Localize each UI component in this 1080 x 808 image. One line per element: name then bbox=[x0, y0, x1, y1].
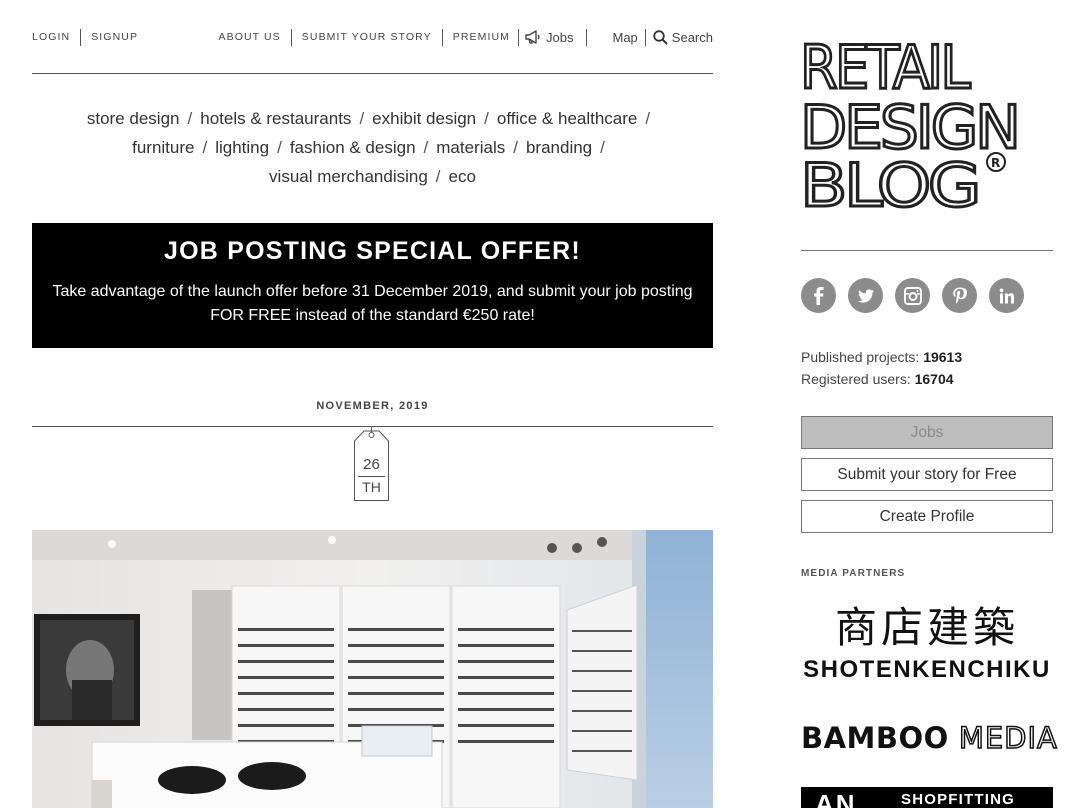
svg-text:R: R bbox=[991, 156, 1000, 170]
post-day: 26 bbox=[363, 456, 380, 473]
category-link[interactable]: office & healthcare bbox=[497, 109, 638, 128]
category-link[interactable]: furniture bbox=[132, 138, 194, 157]
published-label: Published projects: bbox=[801, 349, 920, 365]
instagram-icon[interactable] bbox=[895, 278, 930, 313]
jobs-button[interactable]: Jobs bbox=[801, 416, 1053, 449]
offer-title: JOB POSTING SPECIAL OFFER! bbox=[164, 237, 581, 265]
category-separator: / bbox=[277, 138, 282, 157]
megaphone-icon bbox=[525, 30, 540, 44]
category-link[interactable]: branding bbox=[526, 138, 592, 157]
media-word: MEDIA bbox=[958, 720, 1058, 756]
nav-divider bbox=[80, 28, 82, 46]
top-navigation: LOGIN SIGNUP ABOUT US SUBMIT YOUR STORY … bbox=[32, 28, 713, 48]
site-stats: Published projects: 19613 Registered use… bbox=[801, 346, 962, 390]
category-separator: / bbox=[359, 109, 365, 128]
create-profile-button[interactable]: Create Profile bbox=[801, 500, 1053, 533]
category-link[interactable]: visual merchandising bbox=[269, 167, 428, 186]
category-separator: / bbox=[600, 138, 605, 157]
published-projects: Published projects: 19613 bbox=[801, 346, 962, 368]
date-tag: 26 TH bbox=[354, 441, 389, 501]
social-links bbox=[801, 278, 1024, 313]
category-link[interactable]: lighting bbox=[215, 138, 269, 157]
shotenkenchiku-logo[interactable]: 商店建築 SHOTENKENCHIKU bbox=[801, 604, 1053, 684]
category-menu: store design / hotels & restaurants / exhibi… bbox=[32, 104, 713, 191]
nav-divider bbox=[518, 28, 520, 46]
logo-line-3: BLOG bbox=[800, 151, 978, 212]
premium-link[interactable]: PREMIUM bbox=[453, 31, 510, 43]
registered-label: Registered users: bbox=[801, 371, 911, 387]
article-hero-image[interactable] bbox=[32, 530, 713, 808]
offer-text: Take advantage of the launch offer befor… bbox=[52, 283, 693, 324]
jobs-link[interactable]: Jobs bbox=[525, 29, 574, 45]
logo-wordmark: RETAIL DESIGN BLOG R bbox=[799, 32, 1023, 223]
signup-link[interactable]: SIGNUP bbox=[91, 31, 138, 43]
shopfitting-word: SHOPFITTING bbox=[901, 791, 1016, 808]
post-day-suffix: TH bbox=[362, 479, 381, 495]
map-link[interactable]: Map bbox=[613, 30, 638, 45]
date-tag-string-icon bbox=[354, 426, 389, 442]
category-link[interactable]: materials bbox=[436, 138, 505, 157]
header-divider bbox=[32, 73, 713, 74]
category-link[interactable]: hotels & restaurants bbox=[200, 109, 351, 128]
search-icon bbox=[653, 29, 668, 45]
login-link[interactable]: LOGIN bbox=[32, 31, 70, 43]
about-us-link[interactable]: ABOUT US bbox=[218, 31, 280, 43]
post-month: NOVEMBER, 2019 bbox=[316, 400, 429, 412]
linkedin-icon[interactable] bbox=[989, 278, 1024, 313]
category-separator: / bbox=[513, 138, 518, 157]
nav-divider bbox=[441, 28, 443, 46]
media-partners-heading: MEDIA PARTNERS bbox=[801, 568, 906, 579]
category-separator: / bbox=[645, 109, 651, 128]
job-offer-banner[interactable]: JOB POSTING SPECIAL OFFER! Take advantag… bbox=[32, 223, 713, 348]
category-separator: / bbox=[484, 109, 489, 128]
retail-design-blog-logo[interactable]: RETAIL DESIGN BLOG R bbox=[799, 32, 1030, 223]
twitter-icon[interactable] bbox=[848, 278, 883, 313]
account-links: LOGIN SIGNUP bbox=[32, 28, 138, 46]
sidebar-divider bbox=[801, 250, 1053, 251]
registered-users: Registered users: 16704 bbox=[801, 368, 962, 390]
search-link[interactable]: Search bbox=[653, 30, 713, 45]
category-link[interactable]: fashion & design bbox=[290, 138, 416, 157]
category-separator: / bbox=[187, 109, 193, 128]
category-separator: / bbox=[435, 167, 441, 186]
category-link[interactable]: eco bbox=[449, 167, 476, 186]
submit-story-button[interactable]: Submit your story for Free bbox=[801, 458, 1053, 491]
submit-story-link[interactable]: SUBMIT YOUR STORY bbox=[302, 31, 432, 43]
category-link[interactable]: exhibit design bbox=[372, 109, 476, 128]
nav-divider bbox=[585, 28, 587, 46]
pinterest-icon[interactable] bbox=[942, 278, 977, 313]
store-interior-photo bbox=[32, 530, 713, 808]
bamboo-media-logo[interactable]: BAMBOO MEDIA bbox=[801, 720, 1058, 756]
category-separator: / bbox=[423, 138, 429, 157]
category-separator: / bbox=[202, 138, 208, 157]
tag-divider bbox=[358, 476, 385, 477]
category-link[interactable]: store design bbox=[87, 109, 180, 128]
jobs-link-label: Jobs bbox=[546, 29, 574, 45]
shotenkenchiku-name: SHOTENKENCHIKU bbox=[803, 656, 1051, 683]
shopfitting-mark-icon: AN bbox=[815, 789, 857, 808]
shopfitting-logo[interactable]: AN SHOPFITTING bbox=[801, 787, 1053, 808]
search-link-label: Search bbox=[671, 29, 713, 45]
registered-value: 16704 bbox=[914, 371, 954, 387]
published-value: 19613 bbox=[923, 349, 963, 365]
bamboo-word: BAMBOO bbox=[801, 721, 949, 755]
nav-divider bbox=[644, 28, 646, 46]
site-links: ABOUT US SUBMIT YOUR STORY PREMIUM Jobs … bbox=[218, 28, 713, 46]
nav-divider bbox=[290, 28, 292, 46]
facebook-icon[interactable] bbox=[801, 278, 836, 313]
shotenkenchiku-kanji: 商店建築 bbox=[834, 603, 1019, 652]
